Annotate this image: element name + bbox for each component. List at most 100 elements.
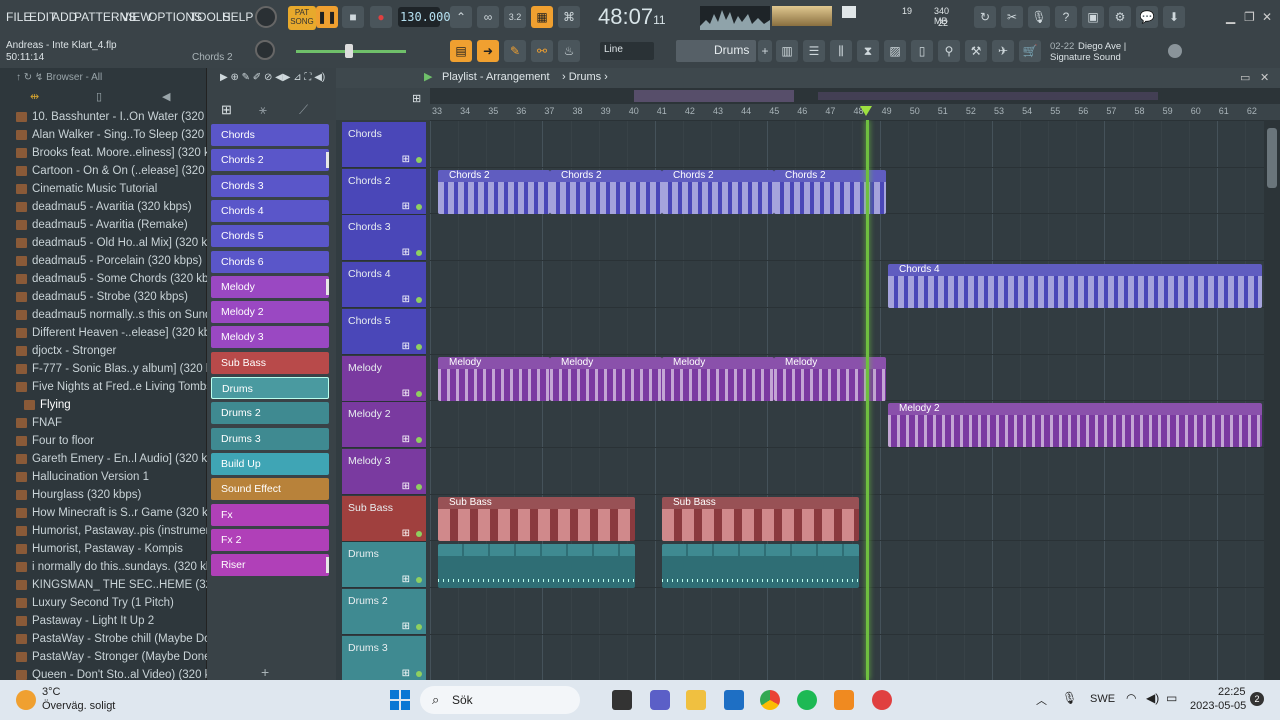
globe-icon[interactable] [1168, 44, 1182, 58]
channel-button[interactable]: Chords [211, 124, 329, 146]
drums-clip[interactable] [662, 544, 859, 588]
maximize-icon[interactable]: ❐ [1244, 10, 1255, 24]
browser-item[interactable]: Luxury Second Try (1 Pitch) [0, 594, 207, 612]
track-mute-indicator[interactable] [416, 483, 422, 490]
drums-clip[interactable] [438, 544, 635, 588]
piano-small-icon[interactable]: ⊞ [412, 92, 421, 105]
browser-item[interactable]: 10. Basshunter - I..On Water (320 kbps) [0, 108, 207, 126]
menu-file[interactable]: FILE [6, 10, 31, 24]
close-icon[interactable]: ✕ [1262, 10, 1272, 24]
tray-chevron-icon[interactable]: ︿ [1036, 692, 1047, 708]
tempo-display[interactable]: 130.000 [398, 7, 451, 27]
browser-item[interactable]: i normally do this..sundays. (320 kbps) [0, 558, 207, 576]
channel-button[interactable]: Chords 5 [211, 225, 329, 248]
channel-button[interactable]: Melody 2 [211, 301, 329, 324]
track-mute-indicator[interactable] [416, 390, 422, 397]
channel-button[interactable]: Fx 2 [211, 528, 329, 551]
track-header[interactable]: Chords ⊞ [342, 122, 426, 168]
language-indicator[interactable]: SWE [1090, 693, 1115, 705]
channel-button[interactable]: Chords 4 [211, 199, 329, 222]
browser-file-icon[interactable]: ▯ [96, 90, 102, 103]
battery-icon[interactable]: ▭ [1166, 691, 1177, 705]
piano-roll-icon[interactable]: ▥ [776, 40, 798, 62]
browser-item[interactable]: djoctx - Stronger [0, 342, 207, 360]
step-edit-icon[interactable]: ▦ [531, 6, 553, 28]
track-mute-indicator[interactable] [416, 203, 422, 210]
track-header[interactable]: Chords 2 ⊞ [342, 168, 426, 215]
browser-item[interactable]: deadmau5 normally..s this on Sundays [0, 306, 207, 324]
browser-item[interactable]: Different Heaven -..elease] (320 kbps) [0, 324, 207, 342]
playlist-icon[interactable]: ▤ [450, 40, 472, 62]
tempo-tap-icon[interactable]: ⧗ [857, 40, 879, 62]
browser-item[interactable]: KINGSMAN_ THE SEC..HEME (320 kbps) [0, 576, 207, 594]
channel-button[interactable]: Chords 2 [211, 149, 329, 172]
overview-bar[interactable] [430, 88, 1280, 104]
chat-icon[interactable]: 💬 [1136, 6, 1158, 28]
browser-item[interactable]: Flying [0, 396, 207, 414]
help-icon[interactable]: ? [1055, 6, 1077, 28]
browser-item[interactable]: Humorist, Pastaway..pis (instrumental) [0, 522, 207, 540]
explorer-icon[interactable] [686, 690, 706, 710]
channel-button[interactable]: Fx [211, 503, 329, 526]
track-mute-indicator[interactable] [416, 624, 422, 630]
teams-icon[interactable] [650, 690, 670, 710]
playlist-clip[interactable]: Melody 2 [888, 403, 1262, 447]
blend-notes-icon[interactable]: 3.2 [504, 6, 526, 28]
browser-item[interactable]: Humorist, Pastaway - Kompis [0, 540, 207, 558]
browser-item[interactable]: Hourglass (320 kbps) [0, 486, 207, 504]
track-header[interactable]: Chords 5 ⊞ [342, 308, 426, 355]
stop-button[interactable]: ■ [342, 6, 364, 28]
render-icon[interactable]: ✈ [992, 40, 1014, 62]
browser-item[interactable]: Five Nights at Fred..e Living Tombstone [0, 378, 207, 396]
channel-rack-icon[interactable]: ☰ [803, 40, 825, 62]
playlist-clip[interactable]: Melody [438, 357, 550, 401]
playlist-clip[interactable]: Chords 2 [438, 170, 550, 214]
pitch-knob[interactable] [255, 40, 275, 60]
browser-item[interactable]: deadmau5 - Porcelain (320 kbps) [0, 252, 207, 270]
playlist-clip[interactable]: Sub Bass [438, 497, 635, 541]
wifi-icon[interactable]: ◠ [1126, 691, 1136, 705]
arrangement-grid[interactable]: Chords 2 Chords 2 Chords 2 Chords 2 Chords 4… [430, 120, 1266, 680]
track-header[interactable]: Melody 3 ⊞ [342, 448, 426, 495]
volume-icon[interactable]: ◀) [1146, 691, 1159, 705]
track-header[interactable]: Drums ⊞ [342, 542, 426, 589]
channel-button[interactable]: Build Up [211, 452, 329, 475]
playlist-clip[interactable]: Melody [774, 357, 886, 401]
clock-time[interactable]: 22:25 [1218, 686, 1246, 698]
track-header[interactable]: Drums 3 ⊞ [342, 635, 426, 682]
channel-button[interactable]: Chords 3 [211, 174, 329, 197]
metronome-icon[interactable]: ⌃ [450, 6, 472, 28]
cut-icon[interactable]: ✂ [1001, 6, 1023, 28]
playlist-clip[interactable]: Chords 4 [888, 264, 1262, 308]
timeline-ruler[interactable]: 33 34 35 36 37 38 39 40 41 42 43 44 45 46 47 48 49 50 51 52… [430, 104, 1280, 120]
add-pattern-icon[interactable]: + [758, 40, 772, 62]
mixer-icon[interactable]: ⫼ [830, 40, 852, 62]
track-header[interactable]: Sub Bass ⊞ [342, 495, 426, 542]
plugin-db-icon[interactable]: ⚲ [938, 40, 960, 62]
browser-item[interactable]: Cinematic Music Tutorial [0, 180, 207, 198]
link-icon[interactable]: ⚯ [531, 40, 553, 62]
track-mute-indicator[interactable] [416, 297, 422, 304]
browser-item[interactable]: Brooks feat. Moore..eliness] (320 kbps) [0, 144, 207, 162]
clock-date[interactable]: 2023-05-05 [1190, 700, 1246, 712]
master-volume-knob[interactable] [255, 6, 277, 28]
pat-song-toggle[interactable]: PAT SONG [288, 6, 316, 30]
stamp-icon[interactable]: ♨ [558, 40, 580, 62]
plugin-icon[interactable]: ⚙ [1109, 6, 1131, 28]
browser-item[interactable]: Alan Walker - Sing..To Sleep (320 kbps) [0, 126, 207, 144]
playlist-clip[interactable]: Chords 2 [662, 170, 774, 214]
draw-icon[interactable]: ✎ [504, 40, 526, 62]
pl-max-icon[interactable]: ▭ [1240, 71, 1250, 84]
taskview-icon[interactable] [612, 690, 632, 710]
browser-item[interactable]: Gareth Emery - En..l Audio] (320 kbps) [0, 450, 207, 468]
track-header[interactable]: Chords 4 ⊞ [342, 262, 426, 309]
tray-mic-icon[interactable]: 🎙 [1062, 691, 1077, 705]
pattern-selector[interactable]: Drums [676, 40, 756, 62]
chrome-icon[interactable] [760, 690, 780, 710]
track-header[interactable]: Chords 3 ⊞ [342, 215, 426, 262]
undo-icon[interactable]: ↻ [974, 6, 996, 28]
browser-item[interactable]: PastaWay - Strobe chill (Maybe Done) [0, 630, 207, 648]
play-icon[interactable]: ▶ [424, 70, 432, 83]
news-line1[interactable]: Diego Ave | [1078, 41, 1126, 52]
browser-item[interactable]: Four to floor [0, 432, 207, 450]
